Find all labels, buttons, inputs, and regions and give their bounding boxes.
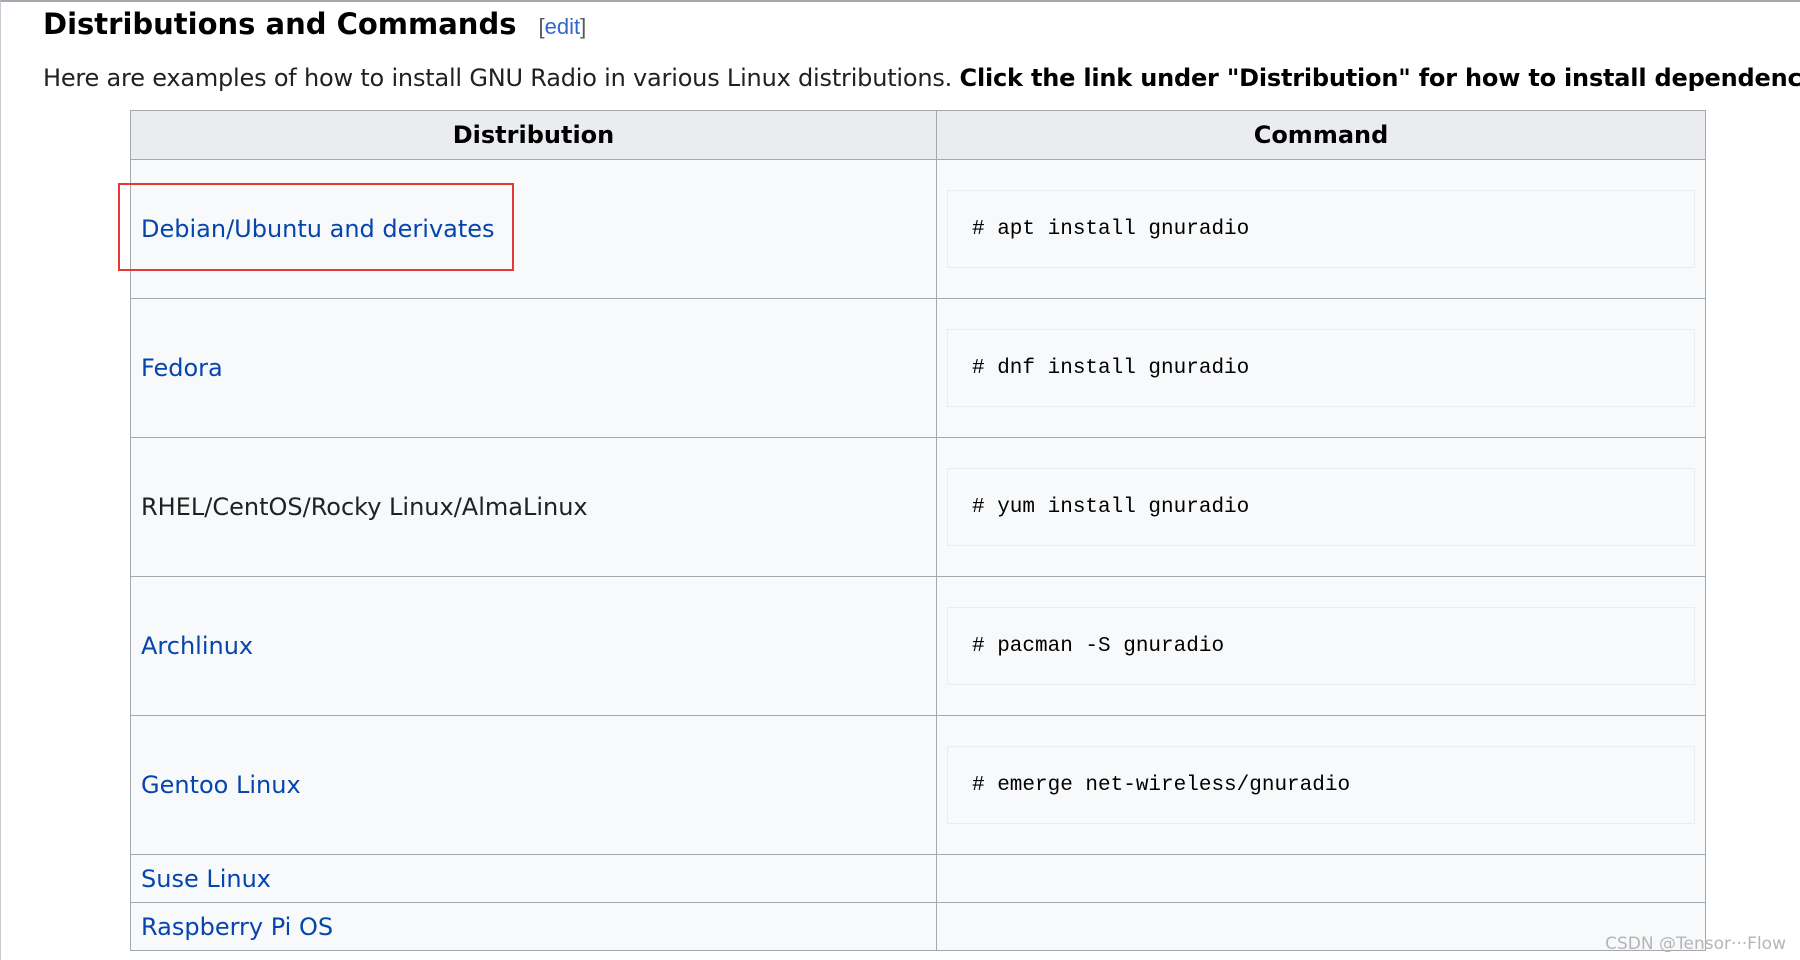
distribution-text-rhel: RHEL/CentOS/Rocky Linux/AlmaLinux	[141, 493, 588, 521]
command-code-block[interactable]: # dnf install gnuradio	[947, 329, 1695, 407]
command-cell: # pacman -S gnuradio	[936, 576, 1706, 716]
command-cell-empty	[936, 854, 1706, 903]
distribution-cell: Suse Linux	[130, 854, 937, 903]
command-cell: # apt install gnuradio	[936, 159, 1706, 299]
distribution-cell: Debian/Ubuntu and derivates	[130, 159, 937, 299]
section-heading-row: Distributions and Commands [edit]	[43, 2, 586, 46]
distribution-cell: RHEL/CentOS/Rocky Linux/AlmaLinux	[130, 437, 937, 577]
command-cell: # emerge net-wireless/gnuradio	[936, 715, 1706, 855]
header-distribution[interactable]: Distribution	[130, 110, 937, 160]
intro-bold-text: Click the link under "Distribution" for …	[959, 64, 1800, 92]
distribution-cell: Archlinux	[130, 576, 937, 716]
command-cell: # yum install gnuradio	[936, 437, 1706, 577]
table-row: Gentoo Linux # emerge net-wireless/gnura…	[130, 715, 1706, 855]
command-code-block[interactable]: # emerge net-wireless/gnuradio	[947, 746, 1695, 824]
command-code-block[interactable]: # yum install gnuradio	[947, 468, 1695, 546]
table-row: Archlinux # pacman -S gnuradio	[130, 576, 1706, 716]
distribution-link-fedora[interactable]: Fedora	[141, 354, 223, 382]
distribution-cell: Gentoo Linux	[130, 715, 937, 855]
distribution-link-debian[interactable]: Debian/Ubuntu and derivates	[141, 215, 495, 243]
table-row: Raspberry Pi OS	[130, 902, 1706, 951]
command-cell: # dnf install gnuradio	[936, 298, 1706, 438]
table-row: RHEL/CentOS/Rocky Linux/AlmaLinux # yum …	[130, 437, 1706, 577]
command-code-block[interactable]: # pacman -S gnuradio	[947, 607, 1695, 685]
command-cell-empty	[936, 902, 1706, 951]
intro-paragraph: Here are examples of how to install GNU …	[43, 58, 1800, 98]
edit-bracket-close: ]	[580, 14, 587, 39]
table-row: Debian/Ubuntu and derivates # apt instal…	[130, 159, 1706, 299]
distribution-link-gentoo[interactable]: Gentoo Linux	[141, 771, 301, 799]
intro-text: Here are examples of how to install GNU …	[43, 64, 960, 92]
edit-link[interactable]: edit	[545, 14, 580, 39]
section-title: Distributions and Commands	[43, 7, 517, 41]
page: Distributions and Commands [edit] Here a…	[0, 0, 1800, 960]
command-code-block[interactable]: # apt install gnuradio	[947, 190, 1695, 268]
distribution-link-suse[interactable]: Suse Linux	[141, 865, 271, 893]
distribution-link-raspberry-pi[interactable]: Raspberry Pi OS	[141, 913, 333, 941]
distribution-link-archlinux[interactable]: Archlinux	[141, 632, 253, 660]
table-row: Fedora # dnf install gnuradio	[130, 298, 1706, 438]
distribution-cell: Fedora	[130, 298, 937, 438]
distributions-table: Distribution Command Debian/Ubuntu and d…	[130, 110, 1706, 951]
watermark: CSDN @Tensor···Flow	[1605, 934, 1786, 954]
edit-section: [edit]	[538, 14, 586, 40]
table-header-row: Distribution Command	[130, 110, 1706, 160]
table-row: Suse Linux	[130, 854, 1706, 903]
distribution-cell: Raspberry Pi OS	[130, 902, 937, 951]
header-command[interactable]: Command	[936, 110, 1706, 160]
